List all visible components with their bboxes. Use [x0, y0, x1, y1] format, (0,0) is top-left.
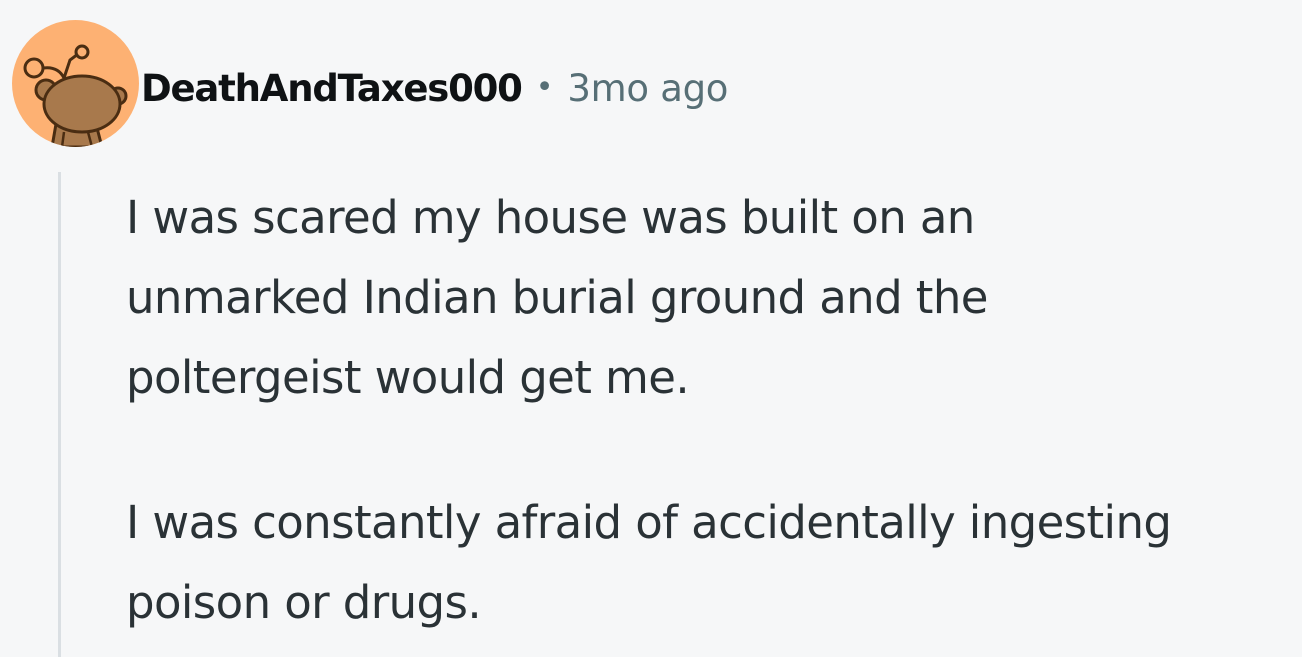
- comment: DeathAndTaxes000 • 3mo ago I was scared …: [0, 0, 1302, 657]
- username-link[interactable]: DeathAndTaxes000: [141, 67, 523, 110]
- comment-body: I was scared my house was built on an un…: [126, 178, 1296, 643]
- separator-dot: •: [535, 70, 554, 105]
- comment-meta: DeathAndTaxes000 • 3mo ago: [141, 62, 728, 114]
- comment-paragraph: I was scared my house was built on an un…: [126, 191, 988, 404]
- avatar[interactable]: [12, 20, 139, 147]
- comment-paragraph: I was constantly afraid of accidentally …: [126, 496, 1172, 629]
- snoo-avatar-icon: [23, 44, 128, 147]
- timestamp[interactable]: 3mo ago: [567, 67, 728, 110]
- thread-line[interactable]: [58, 172, 61, 657]
